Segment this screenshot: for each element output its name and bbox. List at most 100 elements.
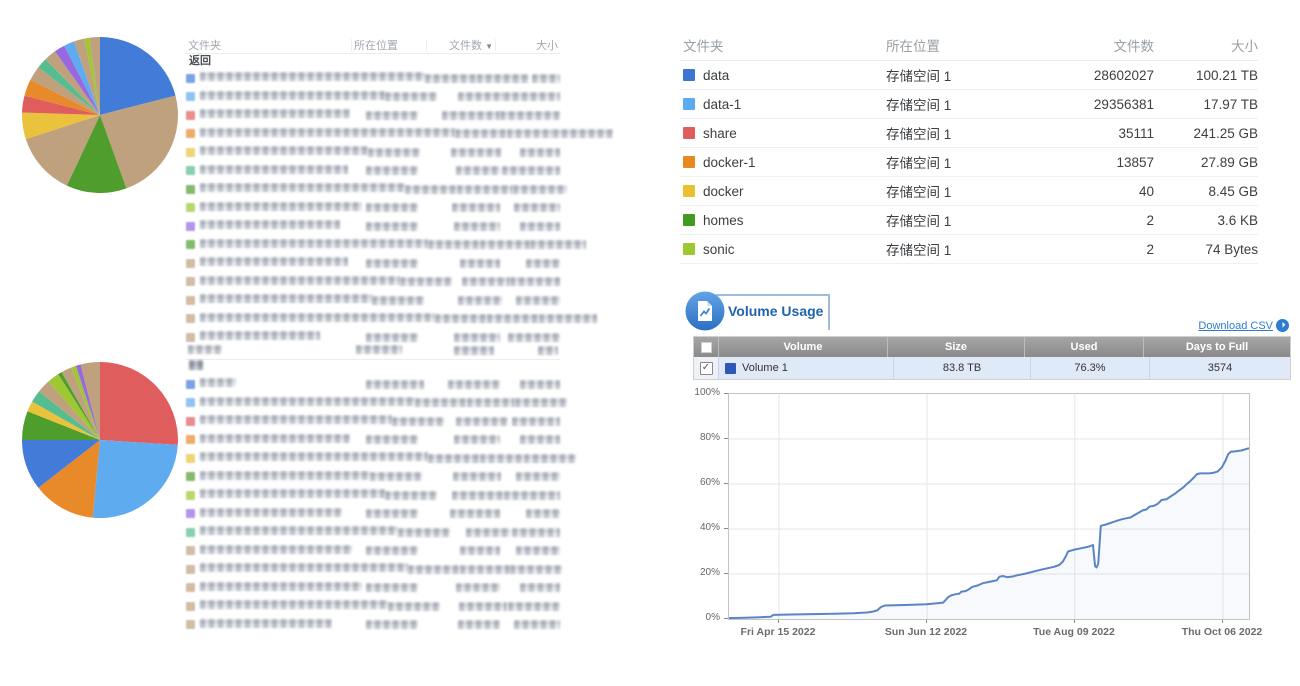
- folder-color-chip: [186, 602, 195, 611]
- redacted-folder-name: [200, 545, 352, 554]
- column-header-size[interactable]: 大小: [496, 37, 560, 53]
- redacted-location: [405, 185, 457, 194]
- folder-filecount: 40: [1036, 184, 1154, 199]
- redacted-folder-row[interactable]: [186, 162, 560, 181]
- redacted-size: [512, 417, 560, 426]
- column-header-folder[interactable]: 文件夹: [186, 37, 351, 53]
- redacted-folder-row[interactable]: [186, 431, 560, 450]
- redacted-folder-name: [200, 582, 362, 591]
- folder-color-chip: [683, 98, 695, 110]
- redacted-folder-row[interactable]: [186, 542, 560, 561]
- download-csv-icon[interactable]: [1276, 319, 1289, 335]
- folder-name: homes: [703, 213, 744, 228]
- shared-folder-row[interactable]: sonic存储空间 1274 Bytes: [680, 235, 1258, 264]
- redacted-filecount: [466, 528, 510, 537]
- redacted-folder-row[interactable]: [186, 560, 560, 579]
- redacted-folder-row[interactable]: [186, 394, 560, 413]
- redacted-folder-row[interactable]: [186, 579, 560, 598]
- redacted-location: [400, 277, 452, 286]
- redacted-location: [368, 148, 420, 157]
- redacted-folder-name: [200, 600, 388, 609]
- y-axis-label: 60%: [690, 477, 720, 488]
- volume-table-row[interactable]: ✓ Volume 1 83.8 TB 76.3% 3574: [694, 357, 1290, 379]
- pie-slice: [93, 440, 178, 518]
- redacted-folder-row[interactable]: [186, 125, 560, 144]
- column-header-folder[interactable]: 文件夹: [680, 35, 886, 55]
- redacted-location: [366, 333, 418, 342]
- redacted-filecount: [467, 398, 515, 407]
- redacted-location: [388, 602, 440, 611]
- redacted-size: [520, 380, 560, 389]
- usage-area-fill: [729, 448, 1249, 619]
- redacted-folder-row[interactable]: [186, 180, 560, 199]
- folder-color-chip: [186, 314, 195, 323]
- redacted-size: [516, 296, 560, 305]
- folder-color-chip: [186, 148, 195, 157]
- redacted-folder-row[interactable]: [186, 597, 560, 616]
- shared-folder-row[interactable]: data存储空间 128602027100.21 TB: [680, 61, 1258, 90]
- folder-color-chip: [186, 259, 195, 268]
- shared-folder-row[interactable]: share存储空间 135111241.25 GB: [680, 119, 1258, 148]
- redacted-back-row[interactable]: [186, 360, 560, 375]
- redacted-folder-row[interactable]: [186, 106, 560, 125]
- redacted-folder-row[interactable]: [186, 468, 560, 487]
- column-header-location[interactable]: 所在位置: [886, 35, 1036, 55]
- column-header-size[interactable]: 大小: [1154, 35, 1258, 55]
- redacted-size: [514, 620, 560, 629]
- folder-name: data: [703, 68, 729, 83]
- redacted-folder-row[interactable]: [186, 199, 560, 218]
- redacted-filecount: [456, 583, 500, 592]
- redacted-folder-name: [200, 276, 400, 285]
- redacted-filecount: [451, 148, 501, 157]
- redacted-location: [366, 203, 418, 212]
- redacted-folder-row[interactable]: [186, 291, 560, 310]
- redacted-folder-row[interactable]: [186, 505, 560, 524]
- redacted-filecount: [480, 240, 530, 249]
- folder-location: 存储空间 1: [886, 152, 1036, 172]
- redacted-location: [435, 314, 487, 323]
- redacted-folder-row[interactable]: [186, 523, 560, 542]
- folder-filecount: 13857: [1036, 155, 1154, 170]
- folder-filecount: 35111: [1036, 126, 1154, 141]
- redacted-folder-name: [200, 202, 362, 211]
- shared-folder-row[interactable]: homes存储空间 123.6 KB: [680, 206, 1258, 235]
- folder-color-chip: [186, 166, 195, 175]
- redacted-folder-row[interactable]: [186, 217, 560, 236]
- redacted-location: [366, 620, 418, 629]
- redacted-size: [526, 509, 560, 518]
- download-csv-link[interactable]: Download CSV: [1198, 320, 1273, 332]
- redacted-folder-row[interactable]: [186, 143, 560, 162]
- redacted-folder-name: [200, 109, 350, 118]
- column-header-location[interactable]: 所在位置: [352, 37, 426, 53]
- volume-checkbox[interactable]: ✓: [700, 362, 713, 375]
- redacted-folder-row[interactable]: [186, 412, 560, 431]
- redacted-folder-row[interactable]: [186, 449, 560, 468]
- redacted-folder-row[interactable]: [186, 310, 560, 329]
- redacted-folder-row[interactable]: [186, 273, 560, 292]
- folder-color-chip: [186, 398, 195, 407]
- redacted-location: [366, 509, 418, 518]
- folder-color-chip: [186, 546, 195, 555]
- shared-folder-row[interactable]: data-1存储空间 12935638117.97 TB: [680, 90, 1258, 119]
- redacted-folder-row[interactable]: [186, 616, 560, 635]
- folder-color-chip: [186, 417, 195, 426]
- shared-folder-row[interactable]: docker-1存储空间 11385727.89 GB: [680, 148, 1258, 177]
- shared-folder-table: 文件夹 所在位置 文件数 大小 data存储空间 128602027100.21…: [680, 30, 1258, 264]
- x-axis-label: Fri Apr 15 2022: [718, 626, 838, 638]
- redacted-folder-row[interactable]: [186, 375, 560, 394]
- redacted-folder-row[interactable]: [186, 254, 560, 273]
- select-all-checkbox[interactable]: [701, 342, 712, 353]
- shared-folder-row[interactable]: docker存储空间 1408.45 GB: [680, 177, 1258, 206]
- column-header-filecount[interactable]: 文件数: [1036, 35, 1154, 55]
- column-header-filecount[interactable]: 文件数 ▼: [427, 37, 495, 53]
- folder-color-chip: [186, 74, 195, 83]
- redacted-folder-row[interactable]: [186, 236, 560, 255]
- pie-slice: [100, 362, 178, 445]
- folder-color-chip: [186, 528, 195, 537]
- redacted-folder-row[interactable]: [186, 486, 560, 505]
- redacted-filecount: [480, 454, 524, 463]
- redacted-size: [516, 472, 560, 481]
- back-row[interactable]: 返回: [186, 54, 560, 69]
- redacted-folder-row[interactable]: [186, 88, 560, 107]
- redacted-folder-row[interactable]: [186, 69, 560, 88]
